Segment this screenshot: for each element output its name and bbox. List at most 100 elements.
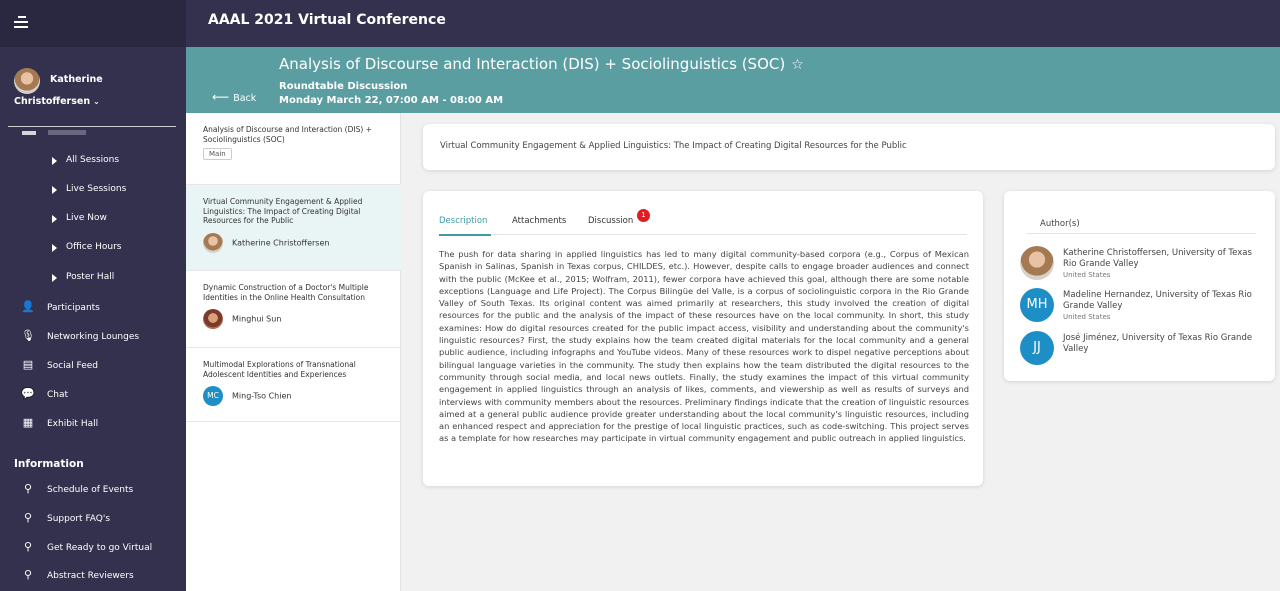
presentation-author: MC Ming-Tso Chien	[203, 386, 291, 406]
author-name: Madeline Hernandez, University of Texas …	[1063, 290, 1252, 311]
session-banner: ⟵ Back Analysis of Discourse and Interact…	[186, 47, 1280, 113]
tab-description[interactable]: Description	[439, 216, 487, 226]
sidebar-item-chat[interactable]: 💬 Chat	[20, 387, 68, 400]
author-name: Ming-Tso Chien	[232, 391, 292, 401]
avatar	[14, 68, 40, 94]
sidebar-item-exhibit-hall[interactable]: ▦ Exhibit Hall	[20, 416, 98, 429]
sidebar-item-label: Support FAQ's	[47, 514, 111, 524]
sidebar-item-poster-hall[interactable]: Poster Hall	[52, 272, 114, 282]
presentation-title: Multimodal Explorations of Transnational…	[203, 360, 356, 379]
microphone-icon: 🎙	[21, 329, 35, 342]
app-header: AAAL 2021 Virtual Conference	[186, 0, 1280, 47]
list-item[interactable]: Virtual Community Engagement & Applied L…	[186, 185, 401, 271]
sidebar-item-all-sessions[interactable]: All Sessions	[52, 155, 119, 165]
sidebar-item-networking-lounges[interactable]: 🎙 Networking Lounges	[20, 329, 139, 342]
arrow-left-icon: ⟵	[212, 90, 230, 104]
list-item[interactable]: Multimodal Explorations of Transnational…	[186, 348, 401, 422]
pin-icon: ⚲	[23, 540, 33, 553]
sidebar-item-schedule[interactable]: ⚲ Schedule of Events	[20, 482, 133, 495]
discussion-count-badge: 1	[637, 209, 650, 222]
tab-attachments[interactable]: Attachments	[512, 216, 566, 226]
session-time: Monday March 22, 07:00 AM - 08:00 AM	[279, 95, 504, 106]
author-country: United States	[1063, 313, 1111, 321]
tab-discussion[interactable]: Discussion	[588, 216, 633, 226]
sidebar-item-office-hours[interactable]: Office Hours	[52, 242, 122, 252]
sidebar-item-participants[interactable]: 👤 Participants	[20, 300, 100, 313]
author-country: United States	[1063, 271, 1111, 279]
user-last-name-text: Christoffersen	[14, 96, 91, 107]
session-title-text: Analysis of Discourse and Interaction (D…	[279, 55, 786, 73]
avatar: MH	[1020, 288, 1054, 322]
description-card: Description Attachments Discussion 1 The…	[423, 191, 983, 486]
sidebar-topbar	[0, 0, 186, 47]
menu-toggle-icon[interactable]	[14, 16, 28, 28]
sidebar-item-label: Participants	[47, 303, 100, 313]
presentation-title: Dynamic Construction of a Doctor's Multi…	[203, 283, 369, 302]
sidebar-item-label: Get Ready to go Virtual	[47, 543, 153, 553]
avatar	[203, 309, 223, 329]
authors-heading: Author(s)	[1040, 219, 1080, 229]
chevron-down-icon: ⌄	[93, 97, 100, 106]
authors-divider	[1026, 233, 1256, 234]
user-first-name: Katherine	[50, 74, 103, 85]
list-item[interactable]: Dynamic Construction of a Doctor's Multi…	[186, 271, 401, 348]
back-button[interactable]: ⟵ Back	[212, 90, 256, 104]
presentation-list: Analysis of Discourse and Interaction (D…	[186, 113, 401, 591]
avatar	[1020, 246, 1054, 280]
sidebar-item-label: All Sessions	[66, 155, 120, 165]
avatar	[203, 233, 223, 253]
program-icon	[22, 131, 36, 135]
sidebar-item-label: Poster Hall	[66, 272, 115, 282]
authors-card: Author(s) Katherine Christoffersen, Univ…	[1004, 191, 1275, 381]
star-icon[interactable]: ☆	[791, 57, 804, 73]
feed-icon: ▤	[22, 358, 34, 371]
back-label: Back	[233, 93, 257, 104]
active-tab-indicator	[439, 234, 491, 236]
avatar: MC	[203, 386, 223, 406]
author-name: Katherine Christoffersen	[232, 238, 330, 248]
author-name: José Jiménez, University of Texas Rio Gr…	[1063, 333, 1253, 354]
pin-icon: ⚲	[23, 482, 33, 495]
building-icon: ▦	[22, 416, 34, 429]
sidebar-item-social-feed[interactable]: ▤ Social Feed	[20, 358, 98, 371]
pin-icon: ⚲	[23, 511, 33, 524]
user-last-name[interactable]: Christoffersen ⌄	[14, 96, 100, 107]
app-title: AAAL 2021 Virtual Conference	[208, 12, 446, 28]
sidebar-item-label: Exhibit Hall	[47, 419, 99, 429]
sidebar-item-label: Schedule of Events	[47, 485, 134, 495]
sidebar-item-label: Office Hours	[66, 242, 122, 252]
sidebar-item-live-now[interactable]: Live Now	[52, 213, 107, 223]
sidebar-divider	[8, 126, 176, 127]
tab-discussion-label: Discussion	[588, 216, 634, 226]
author-name: Katherine Christoffersen, University of …	[1063, 248, 1252, 269]
sidebar-item-get-ready[interactable]: ⚲ Get Ready to go Virtual	[20, 540, 152, 553]
description-text: The push for data sharing in applied lin…	[439, 249, 969, 444]
session-type: Roundtable Discussion	[279, 81, 408, 92]
sidebar-item-live-sessions[interactable]: Live Sessions	[52, 184, 126, 194]
sidebar-item-label: Live Sessions	[66, 184, 127, 194]
presentation-title: Analysis of Discourse and Interaction (D…	[203, 125, 372, 144]
presentation-author: Minghui Sun	[203, 309, 281, 329]
session-title: Analysis of Discourse and Interaction (D…	[279, 55, 804, 73]
sidebar-item-label: Abstract Reviewers	[47, 571, 134, 581]
presentation-heading: Virtual Community Engagement & Applied L…	[440, 141, 907, 151]
information-section-title: Information	[14, 458, 84, 470]
sidebar-item-support-faq[interactable]: ⚲ Support FAQ's	[20, 511, 110, 524]
presentation-title: Virtual Community Engagement & Applied L…	[203, 197, 363, 225]
sidebar-item-label: Social Feed	[47, 361, 99, 371]
main-tag: Main	[203, 148, 232, 160]
sidebar-item-label: Chat	[47, 390, 69, 400]
sidebar-item-abstract-reviewers[interactable]: ⚲ Abstract Reviewers	[20, 568, 134, 581]
detail-tabs: Description Attachments Discussion 1	[439, 209, 967, 236]
sidebar-item-label: Networking Lounges	[47, 332, 140, 342]
avatar: JJ	[1020, 331, 1054, 365]
program-label-cut	[48, 130, 86, 135]
chat-icon: 💬	[21, 387, 35, 400]
sidebar-item-label: Live Now	[66, 213, 107, 223]
person-icon: 👤	[21, 300, 35, 313]
list-item[interactable]: Analysis of Discourse and Interaction (D…	[186, 113, 401, 185]
author-name: Minghui Sun	[232, 314, 282, 324]
pin-icon: ⚲	[23, 568, 33, 581]
presentation-title-card: Virtual Community Engagement & Applied L…	[423, 124, 1275, 170]
presentation-author: Katherine Christoffersen	[203, 233, 329, 253]
